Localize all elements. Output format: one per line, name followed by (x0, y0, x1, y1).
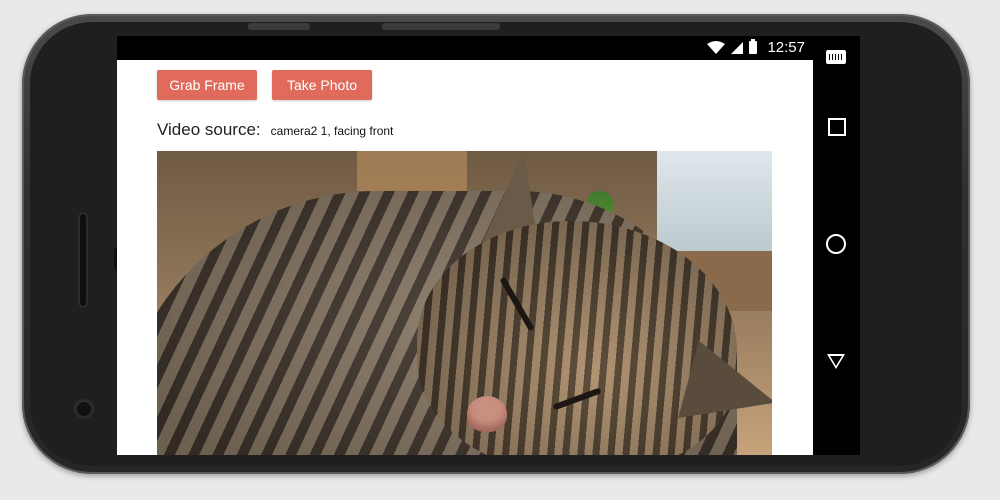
signal-icon (731, 41, 744, 54)
wifi-icon (707, 40, 726, 54)
status-icons: 12:57 (707, 39, 805, 56)
cat-nose (467, 396, 507, 432)
background-window (657, 151, 772, 261)
background-shelf (357, 151, 467, 191)
grab-frame-button[interactable]: Grab Frame (157, 70, 257, 100)
video-source-row: Video source: camera2 1, facing front (157, 120, 393, 140)
battery-icon (749, 39, 758, 54)
video-source-value[interactable]: camera2 1, facing front (271, 124, 394, 138)
status-time: 12:57 (767, 39, 805, 56)
phone-volume-button (248, 23, 310, 30)
video-source-label: Video source: (157, 120, 261, 139)
navigation-bar (813, 36, 860, 455)
status-bar: 12:57 (117, 36, 813, 60)
phone-power-button (382, 23, 500, 30)
device-screen: 12:57 Grab Frame Take Photo Video source… (117, 36, 860, 455)
camera-preview[interactable] (157, 151, 772, 455)
back-icon[interactable] (827, 354, 845, 369)
front-camera-icon (77, 402, 91, 416)
home-icon[interactable] (826, 234, 846, 254)
app-content: Grab Frame Take Photo Video source: came… (117, 60, 813, 455)
take-photo-button[interactable]: Take Photo (272, 70, 372, 100)
recents-icon[interactable] (828, 118, 846, 136)
earpiece-speaker (78, 212, 88, 308)
keyboard-icon[interactable] (826, 50, 846, 64)
